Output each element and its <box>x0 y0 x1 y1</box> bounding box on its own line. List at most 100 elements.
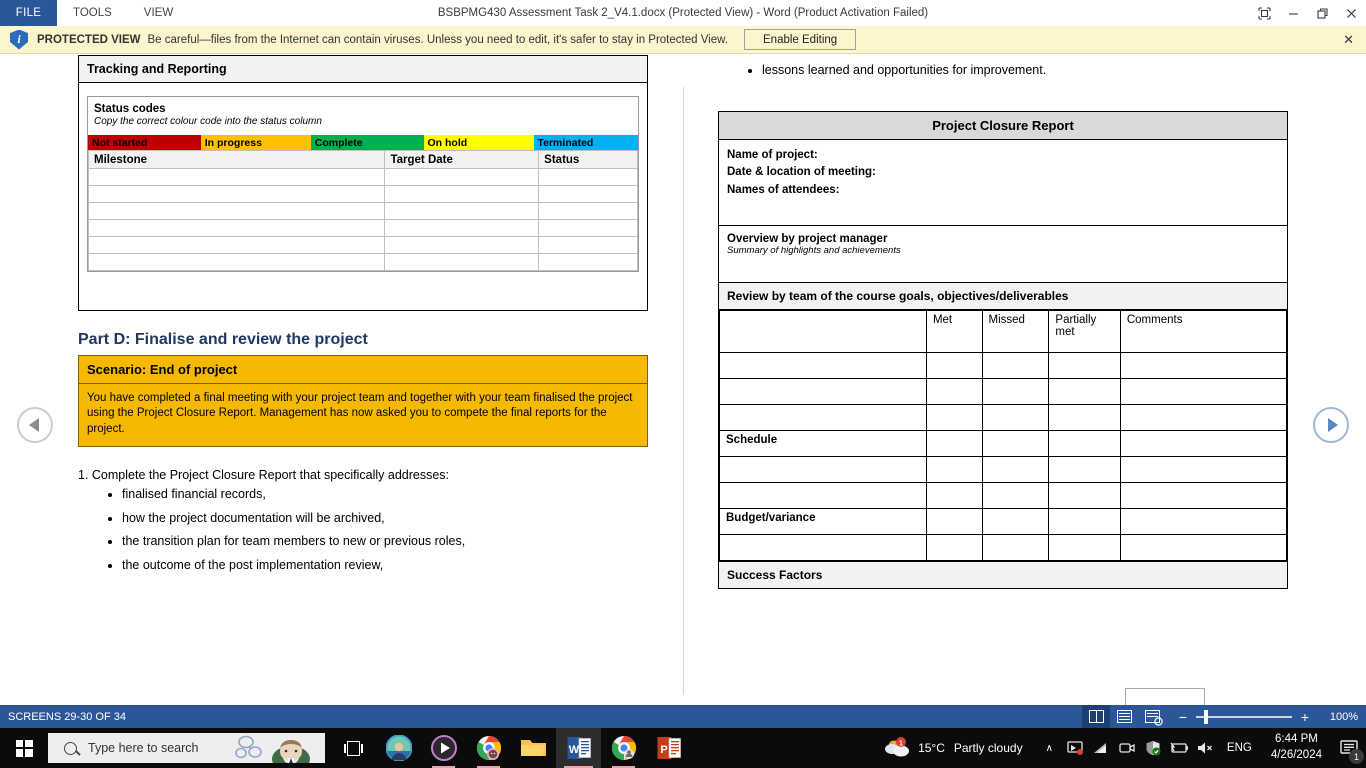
security-icon[interactable] <box>1140 728 1166 768</box>
info-shield-icon: i <box>10 29 28 50</box>
taskbar-app-powerpoint[interactable]: P <box>646 728 691 768</box>
close-icon[interactable] <box>1337 0 1366 26</box>
web-layout-icon[interactable] <box>1138 705 1166 728</box>
screen-cast-icon[interactable] <box>1062 728 1088 768</box>
word-title-bar: FILE TOOLS VIEW BSBPMG430 Assessment Tas… <box>0 0 1366 26</box>
zoom-track[interactable] <box>1196 709 1292 724</box>
search-input[interactable]: Type here to search <box>48 733 325 763</box>
zoom-thumb[interactable] <box>1204 709 1208 724</box>
weather-widget[interactable]: 1 15°C Partly cloudy <box>883 737 1023 759</box>
camera-icon[interactable] <box>1114 728 1140 768</box>
review-column-header: Partially met <box>1048 310 1121 354</box>
read-mode-icon[interactable] <box>1082 705 1110 728</box>
close-banner-icon[interactable]: ✕ <box>1343 32 1354 48</box>
document-title: BSBPMG430 Assessment Task 2_V4.1.docx (P… <box>437 7 929 19</box>
question-1-bullets: finalised financial records, how the proj… <box>122 487 648 573</box>
status-code-swatches: Not started In progress Complete On hold… <box>88 135 638 150</box>
table-cell <box>87 253 386 271</box>
file-explorer-icon <box>521 740 546 756</box>
table-cell <box>981 378 1050 406</box>
table-row <box>719 352 1288 380</box>
tab-view[interactable]: VIEW <box>128 0 189 26</box>
zoom-slider[interactable]: − + <box>1176 709 1312 725</box>
table-cell <box>538 236 638 254</box>
table-cell <box>87 236 386 254</box>
clock[interactable]: 6:44 PM 4/26/2024 <box>1261 732 1332 763</box>
volume-muted-icon[interactable] <box>1192 728 1218 768</box>
table-cell <box>925 404 983 432</box>
table-cell <box>981 352 1050 380</box>
chevron-right-icon <box>1327 418 1338 432</box>
table-cell <box>1119 508 1288 536</box>
taskbar-app-chrome[interactable] <box>601 728 646 768</box>
status-codes-box: Status codes Copy the correct colour cod… <box>87 96 639 272</box>
battery-icon[interactable] <box>1166 728 1192 768</box>
restore-icon[interactable] <box>1308 0 1337 26</box>
table-cell <box>1048 352 1121 380</box>
ribbon-display-options-icon[interactable] <box>1250 0 1279 26</box>
table-cell: Schedule <box>719 430 927 458</box>
next-page-button[interactable] <box>1313 407 1349 443</box>
print-layout-icon[interactable] <box>1110 705 1138 728</box>
table-row <box>87 236 638 254</box>
page-right: lessons learned and opportunities for im… <box>718 55 1288 590</box>
overview-subtitle: Summary of highlights and achievements <box>727 245 901 257</box>
taskbar-app-file-explorer[interactable] <box>511 728 556 768</box>
table-cell <box>1048 456 1121 484</box>
protected-view-message: Be careful—files from the Internet can c… <box>147 33 728 46</box>
taskbar-app-chrome-profile[interactable] <box>466 728 511 768</box>
list-item: the transition plan for team members to … <box>122 535 648 549</box>
show-hidden-icons-button[interactable]: ∧ <box>1037 743 1062 754</box>
status-swatch-terminated: Terminated <box>533 135 638 150</box>
question-1: 1. Complete the Project Closure Report t… <box>78 467 450 482</box>
field-attendees: Names of attendees: <box>727 183 840 196</box>
screens-indicator[interactable]: SCREENS 29-30 OF 34 <box>0 711 126 723</box>
table-row <box>719 534 1288 562</box>
field-date-location: Date & location of meeting: <box>727 166 876 179</box>
task-view-button[interactable] <box>331 728 376 768</box>
taskbar-app-photos[interactable] <box>376 728 421 768</box>
taskbar-app-media-player[interactable] <box>421 728 466 768</box>
table-cell <box>538 185 638 203</box>
start-button[interactable] <box>0 728 48 768</box>
page-divider <box>683 87 684 695</box>
powerpoint-icon: P <box>657 737 681 759</box>
table-cell <box>1119 456 1288 484</box>
document-canvas[interactable]: Tracking and Reporting Status codes Copy… <box>0 55 1366 705</box>
closure-report-title: Project Closure Report <box>719 112 1287 140</box>
table-cell <box>384 202 540 220</box>
taskbar-app-word[interactable]: W <box>556 728 601 768</box>
tab-tools[interactable]: TOOLS <box>57 0 128 26</box>
notification-center-button[interactable]: 1 <box>1332 728 1366 768</box>
field-name-of-project: Name of project: <box>727 149 818 161</box>
review-column-header <box>719 310 927 354</box>
review-header-row: Met Missed Partially met Comments <box>719 310 1288 354</box>
table-cell <box>1119 430 1288 458</box>
table-cell <box>1119 482 1288 510</box>
photos-app-icon <box>385 735 412 761</box>
zoom-level[interactable]: 100% <box>1324 711 1358 723</box>
list-item: how the project documentation will be ar… <box>122 511 648 526</box>
minimize-icon[interactable] <box>1279 0 1308 26</box>
zoom-out-button[interactable]: − <box>1176 709 1190 725</box>
table-cell <box>1119 378 1288 406</box>
scenario-header: Scenario: End of project <box>79 356 647 384</box>
table-cell <box>981 430 1050 458</box>
zoom-in-button[interactable]: + <box>1298 709 1312 725</box>
clock-date: 4/26/2024 <box>1270 749 1322 761</box>
table-cell <box>719 378 927 406</box>
table-cell <box>87 219 386 237</box>
table-cell <box>981 482 1050 510</box>
tab-file[interactable]: FILE <box>0 0 57 26</box>
col-target-date: Target Date <box>384 150 540 169</box>
windows-taskbar: Type here to search W P 1 15°C Partly cl… <box>0 728 1366 768</box>
table-cell <box>719 404 927 432</box>
previous-page-button[interactable] <box>17 407 53 443</box>
svg-text:P: P <box>660 744 667 756</box>
enable-editing-button[interactable]: Enable Editing <box>744 29 857 50</box>
protected-view-label: PROTECTED VIEW <box>37 33 141 46</box>
language-indicator[interactable]: ENG <box>1218 742 1261 754</box>
col-status: Status <box>538 150 638 169</box>
status-swatch-on-hold: On hold <box>423 135 534 150</box>
wifi-icon[interactable] <box>1088 728 1114 768</box>
